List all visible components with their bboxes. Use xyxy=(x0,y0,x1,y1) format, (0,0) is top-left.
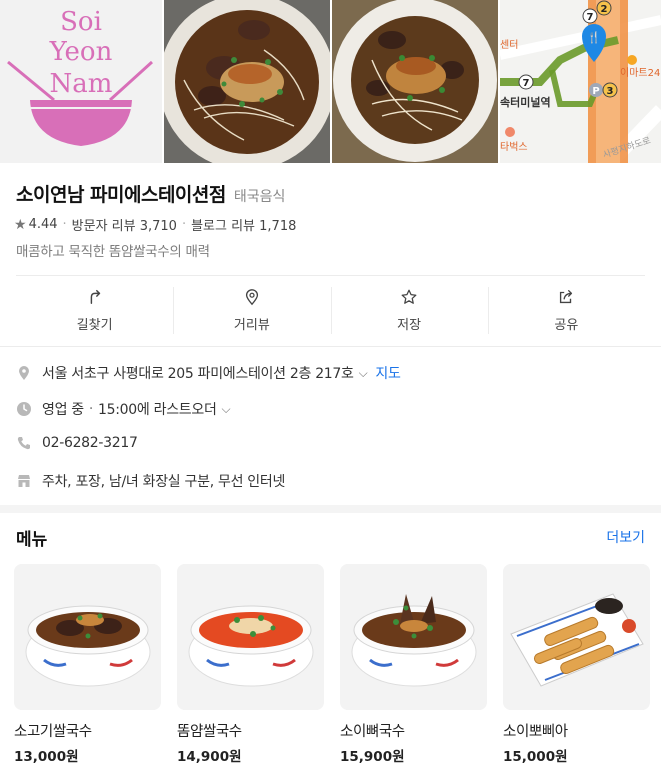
hours-row[interactable]: 영업 중 · 15:00에 라스트오더 ⌵ xyxy=(16,399,646,419)
location-pin-icon xyxy=(19,366,29,380)
svg-text:속터미널역: 속터미널역 xyxy=(500,95,551,109)
rating-value: 4.44 xyxy=(28,217,58,232)
place-tagline: 매콤하고 묵직한 똠얌쌀국수의 매력 xyxy=(16,244,210,260)
stats-row: ★ 4.44 · 방문자 리뷰 3,710 · 블로그 리뷰 1,718 xyxy=(14,215,296,235)
place-name: 소이연남 파미에스테이션점 xyxy=(16,184,226,206)
menu-item-name: 소이뽀삐아 xyxy=(503,724,568,740)
menu-item-price: 14,900원 xyxy=(177,749,242,765)
phone-icon xyxy=(17,437,30,450)
menu-item-name: 소이뼈국수 xyxy=(340,724,405,740)
open-status: 영업 중 xyxy=(42,402,84,418)
section-divider xyxy=(0,505,661,513)
menu-more-link[interactable]: 더보기 xyxy=(606,527,645,547)
svg-text:2: 2 xyxy=(601,4,608,15)
map-link[interactable]: 지도 xyxy=(375,363,400,383)
save-button[interactable]: 저장 xyxy=(330,283,488,338)
menu-item-price: 15,900원 xyxy=(340,749,405,765)
beef-noodle-dish-image xyxy=(14,564,161,710)
share-button[interactable]: 공유 xyxy=(487,283,645,338)
directions-icon xyxy=(90,289,100,305)
rating-star-icon: ★ xyxy=(14,216,27,233)
noodle-bowl-photo xyxy=(332,0,498,163)
street-view-button[interactable]: 거리뷰 xyxy=(173,283,330,338)
menu-item-price: 15,000원 xyxy=(503,749,568,765)
svg-text:센터: 센터 xyxy=(500,39,518,51)
menu-section-title: 메뉴 xyxy=(16,530,48,550)
svg-text:7: 7 xyxy=(523,78,530,89)
mini-map: 🍴 7 2 7 P 3 센터 이마트24 속터미널역 타벅스 사평지하도로 xyxy=(500,0,661,163)
food-photo-1[interactable] xyxy=(164,0,330,163)
save-label: 저장 xyxy=(397,318,422,333)
menu-item-name: 똠얌쌀국수 xyxy=(177,724,242,740)
amenities-text: 주차, 포장, 남/녀 화장실 구분, 무선 인터넷 xyxy=(42,474,286,490)
svg-text:🍴: 🍴 xyxy=(587,31,601,44)
menu-item[interactable]: 소이뼈국수 15,900원 xyxy=(340,564,487,765)
menu-item-photo xyxy=(14,564,161,710)
store-icon xyxy=(18,475,30,487)
divider xyxy=(16,275,645,276)
menu-item-price: 13,000원 xyxy=(14,749,79,765)
menu-item-photo xyxy=(177,564,324,710)
svg-text:7: 7 xyxy=(587,12,594,23)
last-order-text: 15:00에 라스트오더 xyxy=(98,402,217,418)
menu-item[interactable]: 소이뽀삐아 15,000원 xyxy=(503,564,650,765)
spring-roll-dish-image xyxy=(503,564,650,710)
menu-list: 소고기쌀국수 13,000원 똠얌쌀국수 14,900원 소이뼈국수 15,90… xyxy=(14,564,650,765)
place-title-row: 소이연남 파미에스테이션점 태국음식 xyxy=(16,180,285,207)
photo-strip[interactable]: Soi Yeon Nam 🍴 7 2 7 P 3 센터 이마트24 속터미널역 … xyxy=(0,0,661,163)
street-view-pin-icon xyxy=(245,289,258,306)
action-bar: 길찾기 거리뷰 저장 공유 xyxy=(16,283,645,338)
svg-text:3: 3 xyxy=(607,86,614,97)
separator-dot: · xyxy=(62,217,67,232)
chevron-down-icon[interactable]: ⌵ xyxy=(359,366,368,381)
soi-yeon-nam-logo: Soi Yeon Nam xyxy=(7,7,154,146)
amenities-row: 주차, 포장, 남/녀 화장실 구분, 무선 인터넷 xyxy=(16,471,646,491)
menu-item-photo xyxy=(340,564,487,710)
location-map-thumbnail[interactable]: 🍴 7 2 7 P 3 센터 이마트24 속터미널역 타벅스 사평지하도로 xyxy=(500,0,661,163)
menu-item-name: 소고기쌀국수 xyxy=(14,724,92,740)
address-row[interactable]: 서울 서초구 사평대로 205 파미에스테이션 2층 217호 ⌵ 지도 xyxy=(16,363,646,383)
svg-text:P: P xyxy=(592,86,599,97)
directions-label: 길찾기 xyxy=(76,318,113,333)
share-icon xyxy=(560,290,573,304)
logo-text-line1: Soi xyxy=(60,7,102,37)
food-photo-2[interactable] xyxy=(332,0,498,163)
logo-text-line2: Yeon xyxy=(49,37,113,67)
street-view-label: 거리뷰 xyxy=(233,318,270,333)
directions-button[interactable]: 길찾기 xyxy=(16,283,173,338)
menu-item[interactable]: 똠얌쌀국수 14,900원 xyxy=(177,564,324,765)
phone-number[interactable]: 02-6282-3217 xyxy=(42,435,138,451)
chevron-down-icon[interactable]: ⌵ xyxy=(222,402,231,417)
svg-text:타벅스: 타벅스 xyxy=(500,141,528,153)
svg-text:이마트24: 이마트24 xyxy=(620,67,660,79)
beef-noodle-photo xyxy=(164,0,330,163)
blog-reviews-link[interactable]: 블로그 리뷰 1,718 xyxy=(191,215,296,234)
tom-yum-noodle-dish-image xyxy=(177,564,324,710)
divider xyxy=(0,346,661,347)
place-category: 태국음식 xyxy=(233,189,286,205)
phone-row[interactable]: 02-6282-3217 xyxy=(16,435,646,451)
restaurant-logo-photo[interactable]: Soi Yeon Nam xyxy=(0,0,162,163)
address-text: 서울 서초구 사평대로 205 파미에스테이션 2층 217호 xyxy=(42,366,354,382)
star-icon xyxy=(401,289,417,304)
separator-dot: · xyxy=(88,401,94,417)
clock-icon xyxy=(17,402,31,416)
menu-item[interactable]: 소고기쌀국수 13,000원 xyxy=(14,564,161,765)
menu-item-photo xyxy=(503,564,650,710)
logo-text-line3: Nam xyxy=(50,69,113,99)
bone-noodle-dish-image xyxy=(340,564,487,710)
share-label: 공유 xyxy=(554,318,579,333)
visitor-reviews-link[interactable]: 방문자 리뷰 3,710 xyxy=(72,215,177,234)
separator-dot: · xyxy=(181,217,187,232)
